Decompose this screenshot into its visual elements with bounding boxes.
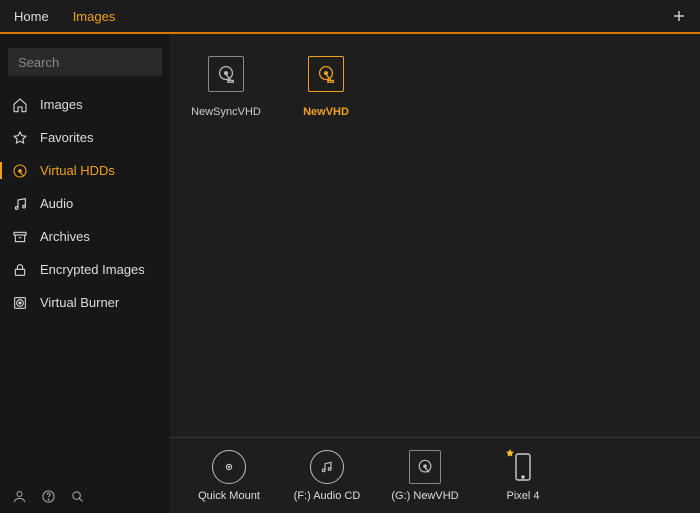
sidebar-item-favorites[interactable]: Favorites xyxy=(0,121,170,154)
sidebar-item-archives[interactable]: Archives xyxy=(0,220,170,253)
search-input[interactable] xyxy=(18,55,152,70)
tab-home[interactable]: Home xyxy=(14,9,49,24)
device-pixel4[interactable]: Pixel 4 xyxy=(488,450,558,502)
vhd-item-selected[interactable]: NewVHD xyxy=(290,56,362,118)
burner-icon xyxy=(12,295,28,311)
tab-images[interactable]: Images xyxy=(73,9,116,24)
music-icon xyxy=(12,196,28,212)
vhd-item[interactable]: NewSyncVHD xyxy=(190,56,262,118)
sidebar-item-virtual-hdds[interactable]: Virtual HDDs xyxy=(0,154,170,187)
sidebar-item-label: Favorites xyxy=(40,130,93,145)
sidebar-item-virtual-burner[interactable]: Virtual Burner xyxy=(0,286,170,319)
drive-audio-cd[interactable]: (F:) Audio CD xyxy=(292,450,362,502)
sidebar-item-label: Images xyxy=(40,97,83,112)
sidebar-item-label: Audio xyxy=(40,196,73,211)
disc-icon xyxy=(212,450,246,484)
hdd-thumb-icon xyxy=(308,56,344,92)
star-icon xyxy=(12,130,28,146)
archive-icon xyxy=(12,229,28,245)
search-input-wrap[interactable] xyxy=(8,48,162,76)
bottom-item-label: Pixel 4 xyxy=(506,490,539,502)
sidebar-item-label: Virtual HDDs xyxy=(40,163,115,178)
sidebar-item-encrypted-images[interactable]: Encrypted Images xyxy=(0,253,170,286)
star-badge-icon xyxy=(504,448,516,460)
quick-mount-button[interactable]: Quick Mount xyxy=(194,450,264,502)
drive-newvhd[interactable]: (G:) NewVHD xyxy=(390,450,460,502)
bottom-item-label: Quick Mount xyxy=(198,490,260,502)
bottom-item-label: (F:) Audio CD xyxy=(294,490,361,502)
bottom-item-label: (G:) NewVHD xyxy=(391,490,458,502)
phone-icon xyxy=(506,450,540,484)
item-label: NewVHD xyxy=(303,106,349,118)
hdd-thumb-icon xyxy=(208,56,244,92)
sidebar-item-audio[interactable]: Audio xyxy=(0,187,170,220)
home-icon xyxy=(12,97,28,113)
sidebar-item-images[interactable]: Images xyxy=(0,88,170,121)
content-grid: NewSyncVHD NewVHD xyxy=(170,34,700,437)
music-disc-icon xyxy=(310,450,344,484)
help-icon[interactable] xyxy=(41,489,56,504)
sidebar-item-label: Virtual Burner xyxy=(40,295,119,310)
sidebar-item-label: Archives xyxy=(40,229,90,244)
hdd-small-icon xyxy=(409,450,441,484)
sidebar-item-label: Encrypted Images xyxy=(40,262,145,277)
lock-icon xyxy=(12,262,28,278)
search-footer-icon[interactable] xyxy=(70,489,85,504)
user-icon[interactable] xyxy=(12,489,27,504)
hdd-icon xyxy=(12,163,28,179)
add-icon[interactable] xyxy=(672,9,686,23)
item-label: NewSyncVHD xyxy=(191,106,261,118)
